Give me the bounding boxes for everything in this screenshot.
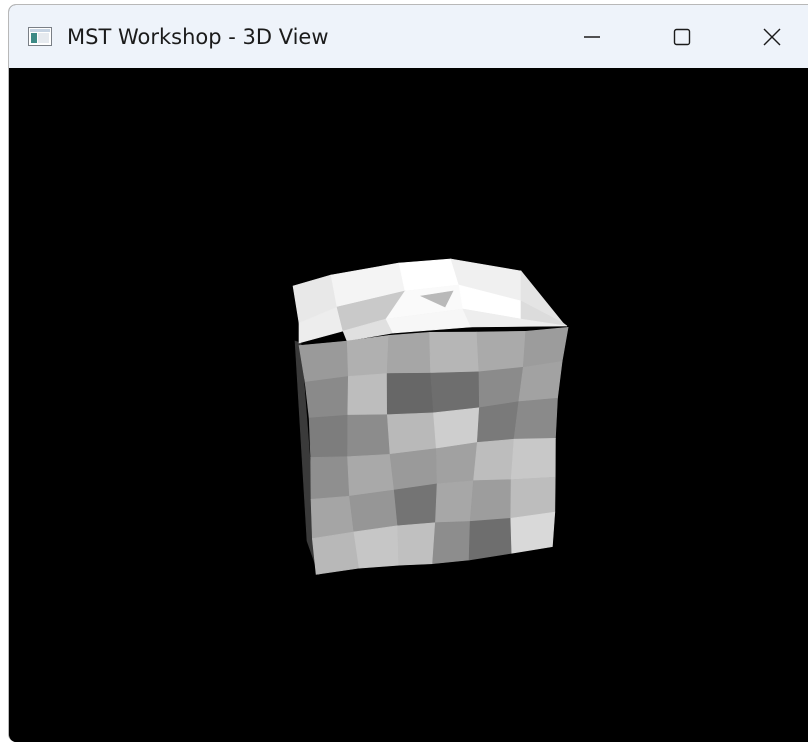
cube-front-facet	[310, 456, 350, 500]
cube-front-facet	[386, 412, 437, 455]
3d-viewport[interactable]	[9, 68, 808, 742]
close-icon	[763, 28, 781, 45]
cube-front-facet	[311, 531, 360, 575]
cube-front-facet	[310, 495, 355, 539]
close-button[interactable]	[727, 5, 808, 68]
minimize-button[interactable]	[547, 5, 637, 68]
cube-front-facet	[349, 489, 398, 533]
cube-front-facet	[353, 525, 400, 569]
cube-front-facet	[386, 372, 434, 416]
window-title: MST Workshop - 3D View	[67, 25, 329, 49]
cube-front-facet	[476, 401, 520, 443]
cube-front-facet	[432, 521, 471, 565]
app-icon	[28, 27, 52, 46]
title-bar[interactable]: MST Workshop - 3D View	[9, 5, 808, 68]
minimize-icon	[584, 35, 600, 38]
cube-front-facet	[347, 453, 395, 497]
app-window: MST Workshop - 3D View	[8, 4, 808, 742]
cube-front-facet	[513, 397, 558, 440]
cube-front-facet	[435, 480, 474, 523]
cube-front-facet	[433, 407, 480, 449]
cube-front-facet	[430, 371, 480, 414]
cube-front-facet	[478, 366, 524, 409]
cube-front-facet	[429, 331, 480, 374]
cube-front-facet	[386, 331, 431, 374]
cube-front-facet	[347, 414, 391, 458]
cube-front-facet	[468, 518, 513, 561]
cube-front-facet	[435, 442, 478, 485]
cube-front-facet	[510, 511, 556, 554]
maximize-icon	[673, 28, 691, 45]
cube-front-facet	[347, 373, 388, 416]
cube-front-facet	[397, 522, 436, 566]
cube-front-facet	[518, 361, 563, 402]
cube-front-facet	[346, 335, 390, 377]
cube-front-facet	[510, 438, 556, 480]
cube-front-facet	[304, 376, 349, 419]
cube-front-facet	[469, 479, 512, 522]
cube-front-facet	[298, 340, 349, 383]
maximize-button[interactable]	[637, 5, 727, 68]
cube-front-facet	[389, 448, 438, 491]
cube-render	[292, 258, 569, 576]
cube-front-facet	[473, 438, 515, 481]
cube-front-facet	[393, 483, 438, 527]
cube-front-facet	[510, 476, 556, 519]
cube-front-facet	[476, 330, 527, 373]
cube-front-facet	[308, 414, 349, 458]
